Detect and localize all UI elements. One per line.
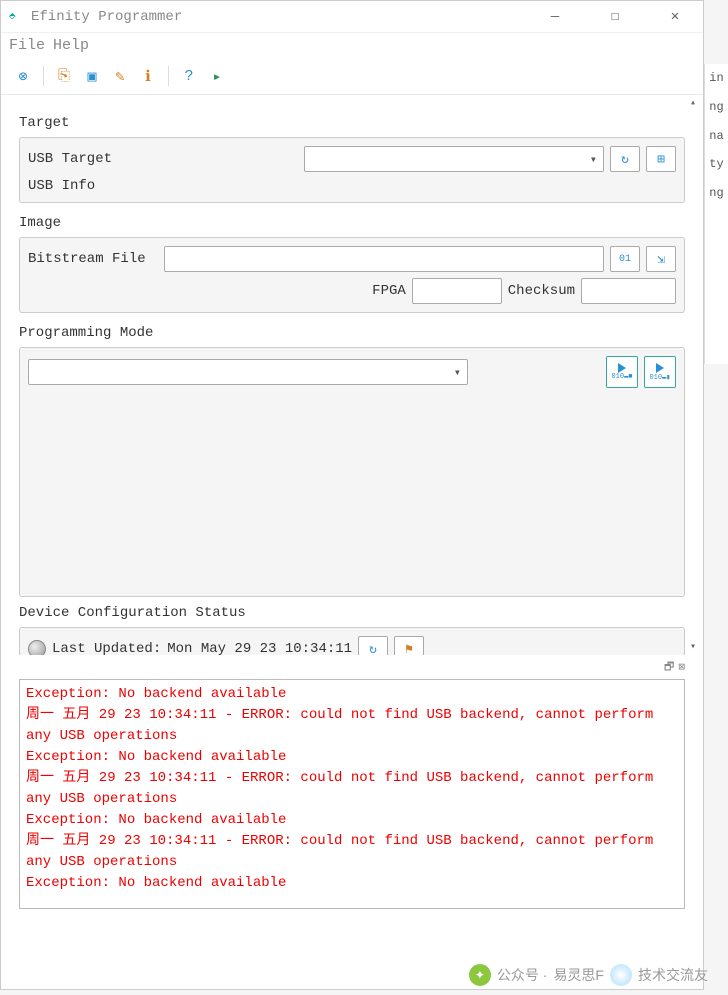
checksum-input[interactable] [581,278,676,304]
scroll-up-icon[interactable]: ▴ [685,95,701,111]
toolbar-info-icon[interactable]: ℹ [136,64,160,88]
main-content: Target USB Target ↻ ⊞ USB Info Image Bit… [1,95,703,655]
separator [43,66,44,86]
prog-mode-panel: 010▬■ 010▬▮ [19,347,685,597]
titlebar: ⬘ Efinity Programmer — ☐ ✕ [1,1,703,33]
log-line: 周一 五月 29 23 10:34:11 - ERROR: could not … [26,705,678,747]
bitstream-label: Bitstream File [28,251,158,267]
program-chain-button[interactable]: 010▬▮ [644,356,676,388]
target-panel: USB Target ↻ ⊞ USB Info [19,137,685,203]
menu-file[interactable]: File [9,37,45,54]
fpga-input[interactable] [412,278,502,304]
program-run-button[interactable]: 010▬■ [606,356,638,388]
wechat-icon: ✦ [469,964,491,986]
status-config-button[interactable]: ⚑ [394,636,424,655]
log-line: 周一 五月 29 23 10:34:11 - ERROR: could not … [26,768,678,810]
watermark-suffix: 技术交流友 [638,965,708,985]
status-refresh-button[interactable]: ↻ [358,636,388,655]
prog-mode-combo[interactable] [28,359,468,385]
toolbar-edit-icon[interactable]: ✎ [108,64,132,88]
window-title: Efinity Programmer [31,9,535,25]
app-window: ⬘ Efinity Programmer — ☐ ✕ File Help ⊗ ⎘… [0,0,704,990]
side-text: na [705,122,728,151]
fpga-label: FPGA [372,283,406,299]
maximize-button[interactable]: ☐ [595,3,635,31]
usb-target-label: USB Target [28,151,128,167]
prog-mode-label: Programming Mode [19,325,685,341]
toolbar: ⊗ ⎘ ▣ ✎ ℹ ? ▸ [1,58,703,95]
scroll-down-icon[interactable]: ▾ [685,639,701,655]
image-label: Image [19,215,685,231]
separator [168,66,169,86]
app-icon: ⬘ [9,9,25,25]
toolbar-help-icon[interactable]: ? [177,64,201,88]
side-text: ty [705,150,728,179]
usb-target-combo[interactable] [304,146,604,172]
log-line: Exception: No backend available [26,810,678,831]
bitstream-browse-button[interactable]: ⇲ [646,246,676,272]
log-line: Exception: No backend available [26,747,678,768]
usb-info-label: USB Info [28,178,95,194]
content-scrollbar[interactable]: ▴ ▾ [685,95,701,655]
last-updated-value: Mon May 29 23 10:34:11 [167,641,352,655]
log-restore-icon[interactable]: 🗗 [664,658,674,677]
toolbar-device-icon[interactable]: ⎘ [52,64,76,88]
log-line: 周一 五月 29 23 10:34:11 - ERROR: could not … [26,831,678,873]
watermark-logo-icon [610,961,632,989]
side-text: ng [705,179,728,208]
watermark: ✦ 公众号 · 易灵思F 技术交流友 [469,961,708,989]
toolbar-cancel-icon[interactable]: ⊗ [11,64,35,88]
toolbar-run-icon[interactable]: ▸ [205,64,229,88]
watermark-name: 易灵思F [553,965,604,985]
log-toolbar: 🗗 ⊠ [1,655,703,679]
status-panel: Last Updated: Mon May 29 23 10:34:11 ↻ ⚑ [19,627,685,655]
window-controls: — ☐ ✕ [535,3,695,31]
image-panel: Bitstream File 01 ⇲ FPGA Checksum [19,237,685,313]
menu-help[interactable]: Help [53,37,89,54]
side-text: ng [705,93,728,122]
log-output[interactable]: Exception: No backend available周一 五月 29 … [19,679,685,909]
toolbar-chip-icon[interactable]: ▣ [80,64,104,88]
menubar: File Help [1,33,703,58]
side-strip: inngnatyng [704,64,728,364]
bitstream-input[interactable] [164,246,604,272]
log-line: Exception: No backend available [26,684,678,705]
watermark-prefix: 公众号 · [497,965,548,985]
checksum-label: Checksum [508,283,575,299]
dev-status-label: Device Configuration Status [19,605,685,621]
log-line: Exception: No backend available [26,873,678,894]
minimize-button[interactable]: — [535,3,575,31]
scroll-track[interactable] [685,111,701,639]
refresh-usb-button[interactable]: ↻ [610,146,640,172]
status-indicator-icon [28,640,46,655]
last-updated-label: Last Updated: [52,641,161,655]
close-button[interactable]: ✕ [655,3,695,31]
usb-tree-button[interactable]: ⊞ [646,146,676,172]
target-label: Target [19,115,685,131]
bitstream-select-button[interactable]: 01 [610,246,640,272]
side-text: in [705,64,728,93]
log-close-icon[interactable]: ⊠ [678,660,685,674]
